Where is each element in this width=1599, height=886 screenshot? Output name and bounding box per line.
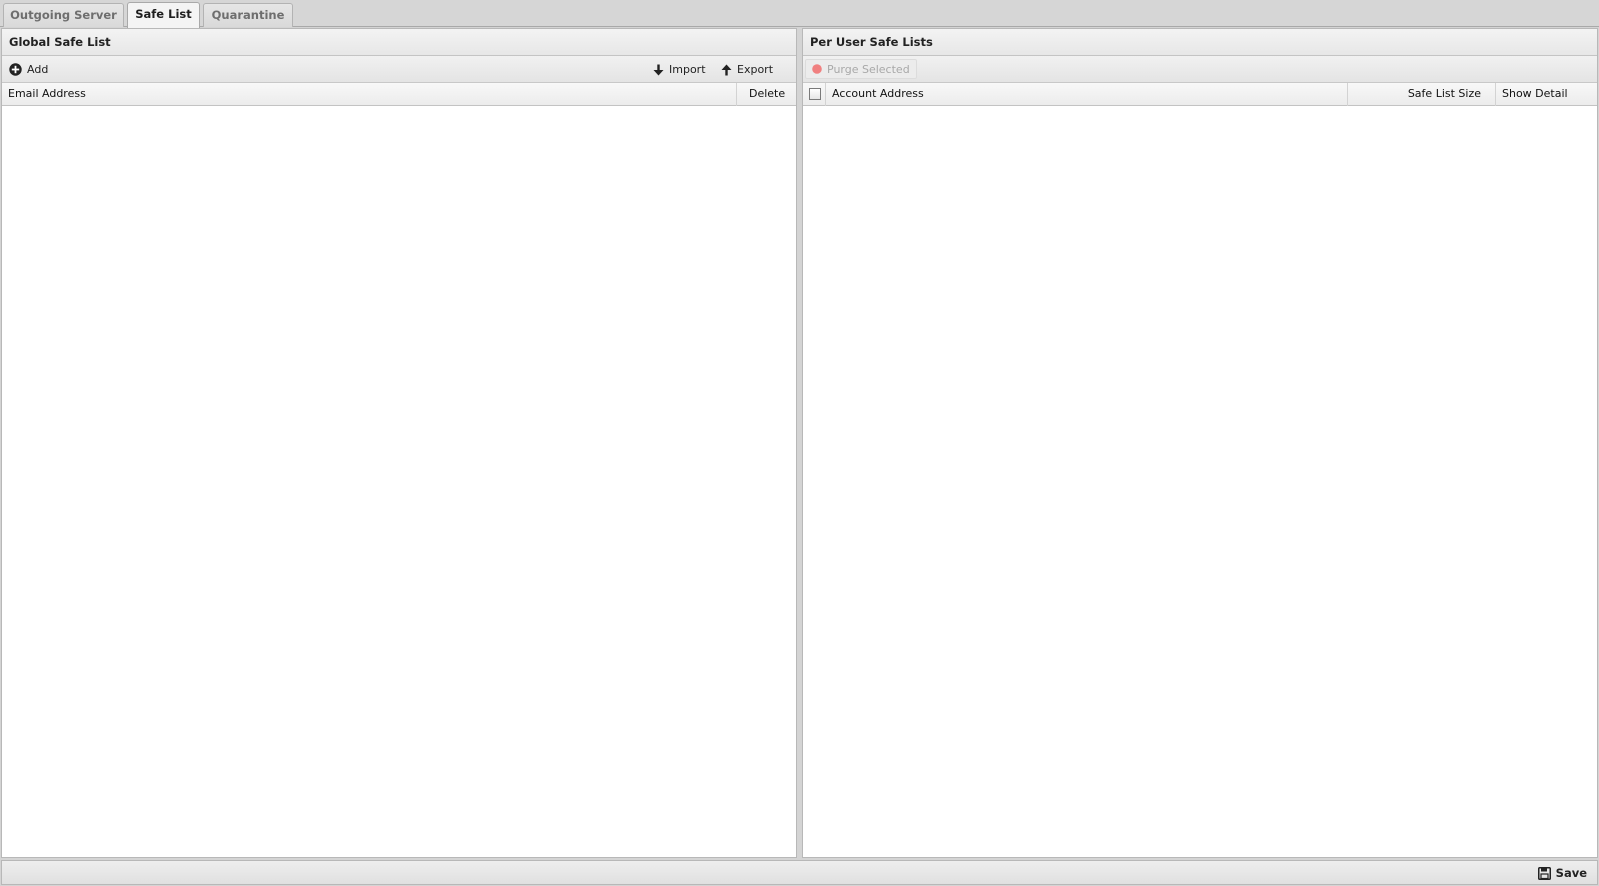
import-button[interactable]: Import [650,60,709,79]
purge-icon [812,64,822,74]
footer-bar: Save [1,860,1598,885]
column-delete[interactable]: Delete [737,83,796,106]
column-select-all [803,83,826,106]
global-safe-list-grid-header: Email Address Delete [2,83,796,106]
per-user-safe-lists-grid-header: Account Address Safe List Size Show Deta… [803,83,1597,106]
tab-safe-list[interactable]: Safe List [127,2,200,28]
arrow-down-icon [653,64,664,76]
per-user-safe-lists-toolbar: Purge Selected [803,56,1597,83]
column-show-detail[interactable]: Show Detail [1496,83,1597,106]
tab-quarantine[interactable]: Quarantine [203,3,293,27]
floppy-disk-icon [1537,867,1551,880]
global-safe-list-title: Global Safe List [2,29,796,56]
import-label: Import [669,63,706,76]
tab-outgoing-server[interactable]: Outgoing Server [3,3,124,27]
add-label: Add [27,63,49,76]
app-window: Outgoing Server Safe List Quarantine Glo… [0,0,1599,886]
column-safe-list-size[interactable]: Safe List Size [1348,83,1496,106]
purge-selected-button[interactable]: Purge Selected [805,59,917,79]
global-safe-list-panel: Global Safe List Add Import Export Email… [1,28,797,858]
global-safe-list-grid-body [2,106,796,857]
export-label: Export [737,63,774,76]
tab-bar: Outgoing Server Safe List Quarantine [0,0,1599,28]
per-user-safe-lists-grid-body [803,106,1597,857]
add-icon [9,63,22,76]
add-button[interactable]: Add [6,60,51,79]
column-account-address[interactable]: Account Address [826,83,1348,106]
arrow-up-icon [721,64,732,76]
column-email-address[interactable]: Email Address [2,83,737,106]
save-label: Save [1555,866,1587,880]
per-user-safe-lists-title: Per User Safe Lists [803,29,1597,56]
global-safe-list-toolbar: Add Import Export [2,56,796,83]
purge-selected-label: Purge Selected [827,62,910,76]
select-all-checkbox[interactable] [809,88,821,100]
per-user-safe-lists-panel: Per User Safe Lists Purge Selected Accou… [802,28,1598,858]
save-button[interactable]: Save [1537,864,1587,883]
export-button[interactable]: Export [718,60,776,79]
